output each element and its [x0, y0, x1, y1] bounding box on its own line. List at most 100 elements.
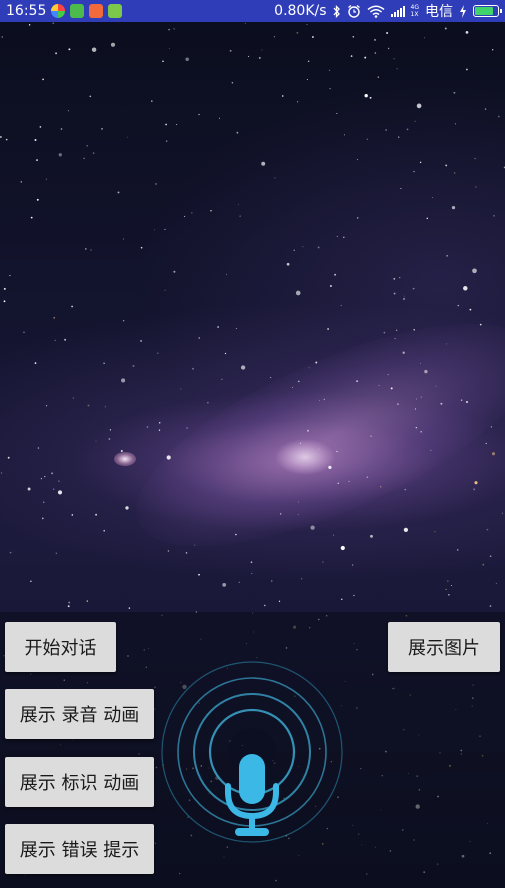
star	[336, 113, 338, 114]
star	[194, 544, 196, 546]
star	[120, 450, 123, 452]
star	[42, 78, 44, 81]
star	[95, 513, 98, 516]
show-marker-animation-button[interactable]: 展示 标识 动画	[5, 757, 154, 807]
star	[173, 28, 175, 30]
star	[37, 447, 40, 449]
star	[463, 286, 468, 291]
bluetooth-icon	[333, 4, 340, 18]
star	[121, 378, 126, 383]
star	[485, 442, 487, 445]
star	[27, 487, 31, 491]
star	[489, 555, 492, 558]
star	[341, 598, 343, 600]
star	[165, 140, 168, 142]
star	[185, 552, 188, 554]
network-speed: 0.80K/s	[274, 3, 327, 19]
star	[68, 48, 71, 51]
star	[90, 249, 92, 251]
star	[54, 339, 56, 342]
star	[416, 103, 422, 109]
star	[158, 422, 161, 424]
star	[281, 95, 284, 97]
star	[87, 404, 90, 407]
star	[239, 215, 241, 217]
star	[231, 81, 234, 84]
star	[122, 238, 124, 240]
star	[30, 580, 32, 582]
star	[296, 101, 299, 103]
star	[474, 481, 478, 485]
show-image-button[interactable]: 展示图片	[388, 622, 500, 672]
star	[52, 488, 55, 490]
star	[30, 216, 33, 219]
star	[279, 513, 282, 515]
voice-record-indicator[interactable]	[160, 660, 344, 844]
star	[340, 304, 342, 307]
star	[60, 128, 63, 130]
star	[415, 426, 418, 429]
star	[222, 583, 227, 587]
star	[71, 514, 74, 516]
star	[489, 605, 492, 607]
star	[328, 465, 332, 470]
star	[151, 100, 153, 102]
star	[307, 429, 309, 432]
star	[343, 134, 346, 136]
star	[229, 49, 232, 52]
star	[383, 331, 386, 334]
show-error-tip-button[interactable]: 展示 错误 提示	[5, 824, 154, 874]
star	[264, 604, 266, 607]
star	[336, 450, 338, 453]
star	[7, 456, 10, 459]
star	[327, 328, 330, 330]
star	[307, 60, 310, 63]
star	[301, 578, 303, 580]
show-record-animation-button[interactable]: 展示 录音 动画	[5, 689, 154, 739]
star	[184, 215, 186, 217]
star	[221, 378, 223, 380]
star	[101, 127, 103, 130]
star	[132, 365, 135, 367]
star	[322, 561, 324, 563]
star	[402, 351, 405, 354]
star	[198, 337, 200, 339]
star	[95, 440, 97, 442]
star	[318, 448, 320, 450]
star	[475, 186, 477, 188]
star	[293, 249, 295, 251]
star	[329, 87, 331, 90]
star	[353, 594, 355, 597]
star	[300, 442, 302, 444]
star	[86, 145, 88, 147]
star	[465, 31, 469, 34]
star	[3, 300, 6, 303]
star	[420, 431, 422, 433]
star	[298, 380, 300, 383]
star	[68, 601, 71, 604]
star	[235, 327, 237, 330]
star	[164, 289, 166, 291]
star	[34, 362, 37, 364]
star	[67, 110, 69, 112]
star	[419, 362, 422, 364]
star	[58, 480, 60, 482]
star	[198, 114, 200, 116]
star	[286, 262, 290, 266]
star	[423, 37, 425, 39]
star	[501, 512, 503, 514]
star	[109, 429, 111, 431]
star	[369, 96, 372, 99]
star	[36, 159, 38, 162]
star	[317, 246, 320, 249]
star	[186, 427, 188, 429]
star	[154, 229, 155, 231]
start-dialog-button[interactable]: 开始对话	[5, 622, 116, 672]
star	[164, 228, 166, 230]
star	[83, 157, 85, 160]
star	[108, 438, 111, 440]
star	[380, 486, 382, 488]
star	[0, 136, 2, 138]
star	[9, 551, 12, 554]
star	[474, 157, 476, 160]
